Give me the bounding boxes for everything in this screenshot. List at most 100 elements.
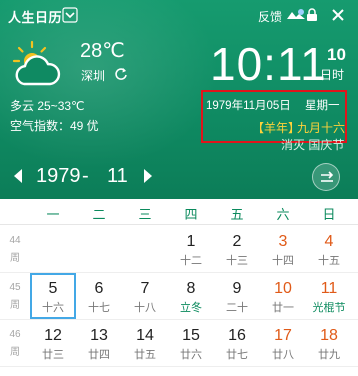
week-number-text: 45 xyxy=(9,282,21,293)
calendar-day[interactable]: 11 光棍节 xyxy=(306,273,352,319)
partly-cloudy-icon[interactable] xyxy=(10,40,68,88)
lunar-day: 十八 xyxy=(134,302,156,314)
calendar-day[interactable]: 14 廿五 xyxy=(122,320,168,366)
calendar-day-today[interactable]: 5 十六 xyxy=(30,273,76,319)
day-number: 7 xyxy=(140,280,150,297)
lunar-day: 十四 xyxy=(272,255,294,267)
clock-time: 10:11 xyxy=(210,38,327,90)
day-number: 9 xyxy=(232,280,242,297)
lunar-day: 廿八 xyxy=(272,349,294,361)
lunar-day: 廿五 xyxy=(134,349,156,361)
week-number-text: 46 xyxy=(9,329,21,340)
calendar-day[interactable]: 15 廿六 xyxy=(168,320,214,366)
weekday-header: 一 二 三 四 五 六 日 xyxy=(0,199,358,225)
day-number: 17 xyxy=(274,327,292,344)
day-number: 18 xyxy=(320,327,338,344)
prev-month-icon[interactable] xyxy=(12,168,24,184)
refresh-icon[interactable] xyxy=(114,67,128,81)
lock-icon[interactable] xyxy=(304,8,320,22)
lunar-day: 廿三 xyxy=(42,349,64,361)
calendar-day[interactable]: 4 十五 xyxy=(306,226,352,272)
nav-separator: - xyxy=(82,165,89,187)
calendar-day[interactable]: 12 廿三 xyxy=(30,320,76,366)
week-number-text: 周 xyxy=(10,300,20,311)
clock-period: 日时 xyxy=(320,68,345,82)
lunar-day: 廿七 xyxy=(226,349,248,361)
lunar-day: 立冬 xyxy=(180,302,202,314)
festival-label: 消灭 国庆节 xyxy=(281,138,345,152)
close-icon[interactable] xyxy=(330,8,346,22)
calendar-day[interactable]: 1 十二 xyxy=(168,226,214,272)
month-navigation: 1979 - 11 xyxy=(0,160,358,194)
calendar-day[interactable]: 17 廿八 xyxy=(260,320,306,366)
calendar-day[interactable]: 8 立冬 xyxy=(168,273,214,319)
week-number: 44 周 xyxy=(0,232,30,268)
weekday-sat: 六 xyxy=(276,207,290,222)
feedback-link[interactable]: 反馈 xyxy=(258,8,282,25)
weekday-tue: 二 xyxy=(92,207,106,222)
week-number-text: 44 xyxy=(9,235,21,246)
app-title: 人生日历 xyxy=(8,10,63,25)
weekday: 星期一 xyxy=(305,100,340,112)
calendar-day[interactable]: 18 廿九 xyxy=(306,320,352,366)
calendar-day[interactable]: 10 廿一 xyxy=(260,273,306,319)
lunar-year: 【羊年】 xyxy=(252,121,301,135)
calendar-day[interactable]: 6 十七 xyxy=(76,273,122,319)
day-number: 15 xyxy=(182,327,200,344)
calendar-day[interactable]: 9 二十 xyxy=(214,273,260,319)
day-number: 11 xyxy=(320,280,338,297)
day-number: 4 xyxy=(324,233,334,250)
calendar-day[interactable]: 3 十四 xyxy=(260,226,306,272)
lunar-day: 廿四 xyxy=(88,349,110,361)
day-number: 3 xyxy=(278,233,288,250)
lunar-day: 十二 xyxy=(180,255,202,267)
lunar-day: 十六 xyxy=(42,302,64,314)
week-number: 46 周 xyxy=(0,326,30,362)
return-today-icon xyxy=(321,171,334,182)
nav-year[interactable]: 1979 xyxy=(36,165,81,188)
calendar-day[interactable]: 16 廿七 xyxy=(214,320,260,366)
lunar-day: 十三 xyxy=(226,255,248,267)
header-panel: 人生日历 反馈 28℃ 深圳 多云 25~33℃ 空气指数：49 优 10:11… xyxy=(0,0,358,199)
weekday-wed: 三 xyxy=(138,207,152,222)
day-number: 6 xyxy=(94,280,104,297)
day-number: 14 xyxy=(136,327,154,344)
lunar-day: 光棍节 xyxy=(312,302,346,314)
lunar-day: 廿六 xyxy=(180,349,202,361)
day-number: 12 xyxy=(44,327,62,344)
day-number: 1 xyxy=(186,233,196,250)
next-month-icon[interactable] xyxy=(142,168,154,184)
day-number: 2 xyxy=(232,233,242,250)
weather-condition: 多云 25~33℃ xyxy=(10,99,85,113)
clock-day: 10 xyxy=(327,45,346,64)
day-number: 5 xyxy=(48,280,58,297)
menu-dropdown-icon[interactable] xyxy=(62,7,78,23)
week-number: 45 周 xyxy=(0,279,30,315)
weekday-fri: 五 xyxy=(230,207,244,222)
calendar-day[interactable]: 2 十三 xyxy=(214,226,260,272)
lunar-day: 十七 xyxy=(88,302,110,314)
calendar-day[interactable]: 13 廿四 xyxy=(76,320,122,366)
lunar-day: 二十 xyxy=(226,302,248,314)
today-button[interactable] xyxy=(312,163,340,191)
day-number: 16 xyxy=(228,327,246,344)
lunar-day: 廿一 xyxy=(272,302,294,314)
lunar-date: 九月十六 xyxy=(297,121,346,135)
day-number: 10 xyxy=(274,280,292,297)
city-name[interactable]: 深圳 xyxy=(81,67,105,84)
week-number-text: 周 xyxy=(10,347,20,358)
lunar-day: 十五 xyxy=(318,255,340,267)
lunar-day: 廿九 xyxy=(318,349,340,361)
calendar-day[interactable]: 7 十八 xyxy=(122,273,168,319)
nav-month[interactable]: 11 xyxy=(107,165,128,188)
row-divider xyxy=(0,366,358,367)
weekday-sun: 日 xyxy=(322,207,336,222)
day-number: 8 xyxy=(186,280,196,297)
weekday-mon: 一 xyxy=(46,207,60,222)
title-bar: 人生日历 反馈 xyxy=(0,0,358,30)
current-temperature: 28℃ xyxy=(80,40,125,62)
week-number-text: 周 xyxy=(10,253,20,264)
day-number: 13 xyxy=(90,327,108,344)
full-date: 1979年11月05日 xyxy=(206,100,291,112)
weekday-thu: 四 xyxy=(184,207,198,222)
